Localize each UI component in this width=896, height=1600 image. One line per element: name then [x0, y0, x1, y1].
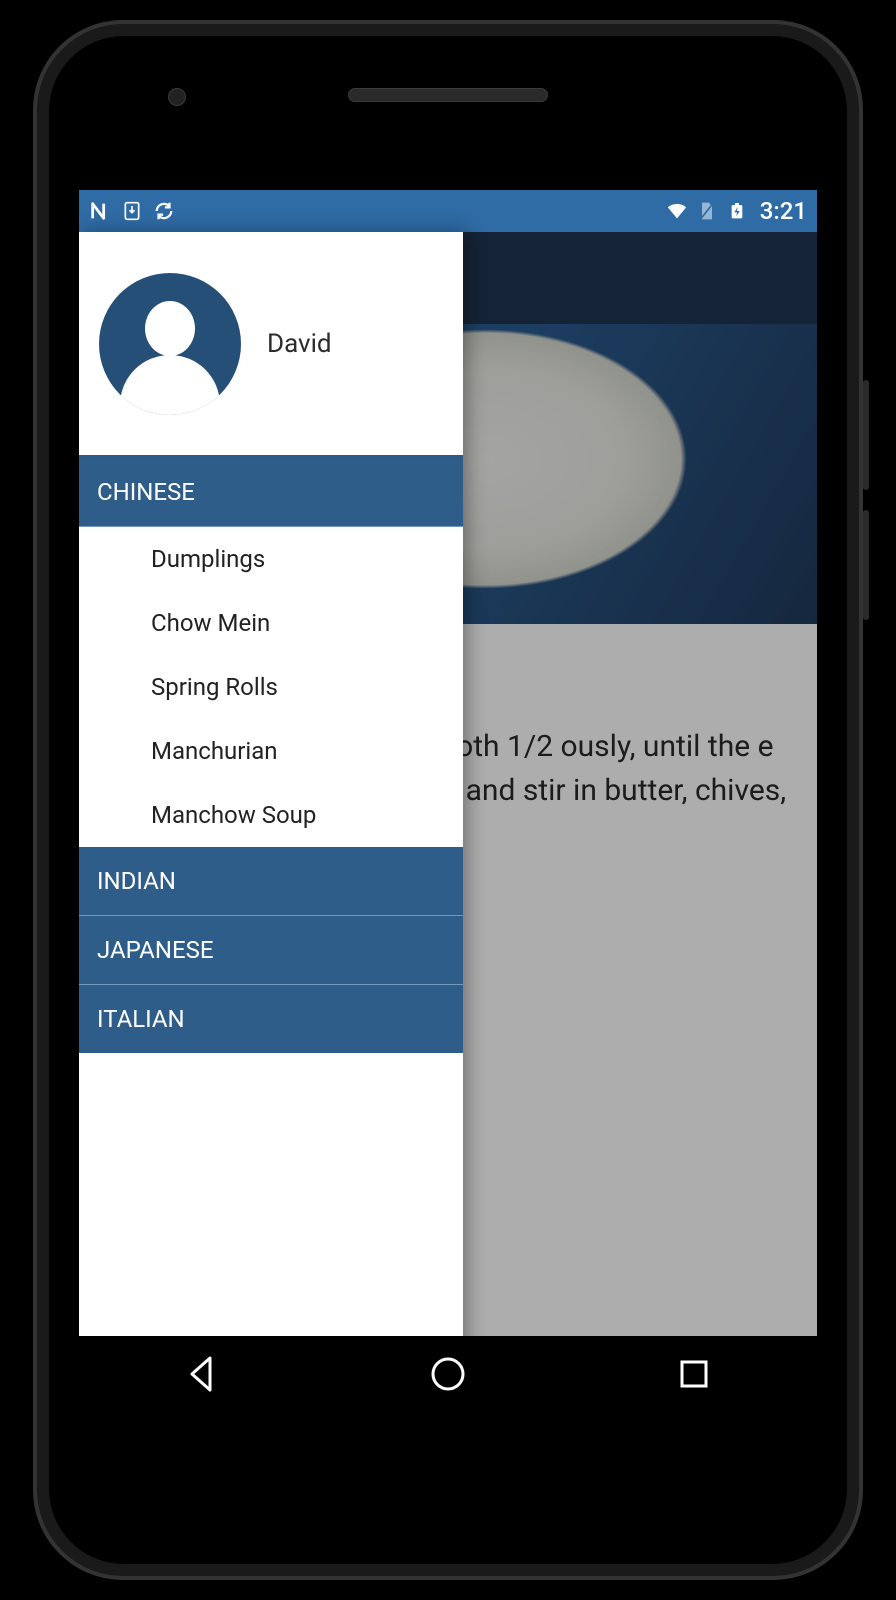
android-n-icon [89, 200, 111, 222]
back-icon [182, 1354, 222, 1394]
navigation-drawer: David CHINESE Dumplings Chow Mein Spring… [79, 232, 463, 1416]
system-nav-bar [79, 1336, 817, 1416]
group-chinese[interactable]: CHINESE [79, 458, 463, 527]
group-italian[interactable]: ITALIAN [79, 985, 463, 1053]
group-indian[interactable]: INDIAN [79, 847, 463, 916]
user-name: David [267, 329, 332, 359]
home-button[interactable] [388, 1344, 508, 1408]
wifi-icon [666, 200, 688, 222]
recents-button[interactable] [634, 1344, 754, 1408]
item-spring-rolls[interactable]: Spring Rolls [79, 655, 463, 719]
avatar [99, 273, 241, 415]
home-icon [428, 1354, 468, 1394]
phone-frame: 3:21 Risotto and stir until the adding b… [33, 20, 863, 1580]
sync-icon [153, 200, 175, 222]
no-sim-icon [696, 200, 718, 222]
phone-camera [168, 88, 186, 106]
drawer-header[interactable]: David [79, 232, 463, 458]
recents-icon [674, 1354, 714, 1394]
item-dumplings[interactable]: Dumplings [79, 527, 463, 591]
volume-up-button [863, 380, 869, 490]
screen: 3:21 Risotto and stir until the adding b… [79, 190, 817, 1416]
group-japanese[interactable]: JAPANESE [79, 916, 463, 985]
volume-down-button [863, 510, 869, 620]
download-icon [121, 200, 143, 222]
battery-charging-icon [726, 200, 748, 222]
item-manchow-soup[interactable]: Manchow Soup [79, 783, 463, 847]
status-time: 3:21 [760, 197, 807, 225]
status-bar: 3:21 [79, 190, 817, 232]
item-chow-mein[interactable]: Chow Mein [79, 591, 463, 655]
item-manchurian[interactable]: Manchurian [79, 719, 463, 783]
phone-speaker [348, 88, 548, 102]
back-button[interactable] [142, 1344, 262, 1408]
